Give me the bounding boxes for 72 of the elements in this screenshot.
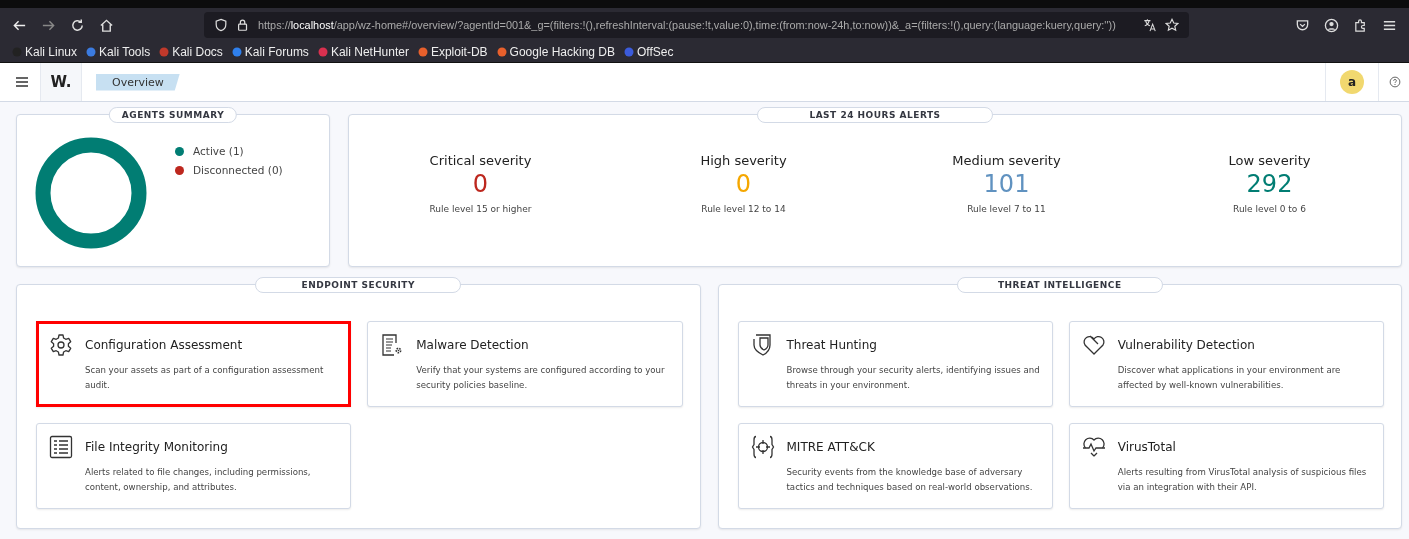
severity-label: Medium severity — [952, 153, 1061, 168]
card-description: Discover what applications in your environment are affected by well-known vulnerabilities. — [1117, 364, 1342, 392]
account-icon[interactable] — [1324, 17, 1339, 33]
legend-label: Disconnected (0) — [193, 164, 283, 176]
reload-icon[interactable] — [70, 17, 85, 33]
module-card[interactable]: Threat Hunting Browse through your security alerts, identifying issues and threats in your environment. — [737, 321, 1053, 407]
lock-icon[interactable] — [236, 18, 250, 32]
breadcrumb-tab[interactable]: Overview — [96, 73, 180, 91]
card-description: Browse through your security alerts, identifying issues and threats in your environment. — [786, 364, 1040, 392]
card-description: Alerts related to file changes, including permissions, content, ownership, and attributes. — [85, 466, 312, 494]
list-icon — [49, 435, 73, 459]
home-icon[interactable] — [99, 17, 114, 33]
module-card[interactable]: MITRE ATT&CK Security events from the knowledge base of adversary tactics and techniques based on real-world observations. — [737, 423, 1053, 509]
heart-pulse-icon — [1081, 435, 1106, 459]
bookmark-item[interactable]: Kali Docs — [159, 45, 223, 59]
bookmark-icon — [317, 47, 328, 57]
severity-label: High severity — [700, 153, 787, 168]
card-title: Vulnerability Detection — [1117, 338, 1255, 352]
panel-title: THREAT INTELLIGENCE — [956, 277, 1163, 293]
card-title: Malware Detection — [416, 338, 529, 352]
address-bar[interactable]: https://localhost/app/wz-home#/overview/?agentId=001&_g=(filters:!(),refreshInterval:(pause:!t,value:0),time:(from:now-24h,to:now))&_a=(filters:!(),query:(language:kuery,query:'')) — [204, 12, 1189, 38]
target-icon — [750, 435, 775, 459]
bookmark-item[interactable]: Google Hacking DB — [496, 45, 615, 59]
url-text: https://localhost/app/wz-home#/overview/?agentId=001&_g=(filters:!(),refreshInterval:(pause:!t,value:0),time:(from:now-24h,to:now))&_a=(filters:!(),query:(language:kuery,query:'')) — [258, 19, 1116, 31]
module-card[interactable]: Vulnerability Detection Discover what applications in your environment are affected by well-known vulnerabilities. — [1068, 321, 1384, 407]
extensions-icon[interactable] — [1353, 17, 1368, 33]
bookmark-item[interactable]: Kali Linux — [12, 45, 78, 59]
translate-icon[interactable] — [1143, 18, 1157, 32]
card-description: Security events from the knowledge base of adversary tactics and techniques based on real-world observations. — [786, 466, 1034, 494]
rule-level-text: Rule level 15 or higher — [429, 204, 532, 214]
card-description: Verify that your systems are configured according to your security policies baseline. — [416, 364, 666, 392]
alert-count[interactable]: 292 — [1246, 170, 1293, 198]
pocket-icon[interactable] — [1295, 17, 1310, 33]
bookmark-icon — [624, 47, 634, 57]
rule-level-text: Rule level 0 to 6 — [1233, 204, 1306, 214]
bookmark-item[interactable]: Kali Forums — [231, 45, 309, 59]
card-description: Alerts resulting from VirusTotal analysis of suspicious files via an integration with their API. — [1117, 466, 1368, 494]
card-title: Configuration Assessment — [85, 338, 243, 352]
gear-icon — [49, 333, 73, 357]
rule-level-text: Rule level 12 to 14 — [701, 204, 786, 214]
module-card[interactable]: File Integrity Monitoring Alerts related to file changes, including permissions, content, ownership, and attributes. — [36, 423, 352, 509]
card-title: VirusTotal — [1117, 440, 1176, 454]
user-avatar[interactable]: a — [1340, 70, 1364, 94]
bookmark-item[interactable]: Kali NetHunter — [317, 45, 409, 59]
module-card[interactable]: Configuration Assessment Scan your assets as part of a configuration assessment audit. — [36, 321, 352, 407]
card-description: Scan your assets as part of a configuration assessment audit. — [85, 364, 325, 392]
heart-icon — [1081, 333, 1106, 357]
severity-label: Low severity — [1228, 153, 1311, 168]
severity-label: Critical severity — [429, 153, 532, 168]
bookmark-item[interactable]: Exploit-DB — [417, 45, 488, 59]
bookmark-icon — [417, 47, 428, 57]
panel-title: LAST 24 HOURS ALERTS — [757, 107, 993, 123]
card-title: Threat Hunting — [786, 338, 877, 352]
bookmark-icon — [231, 47, 242, 57]
card-title: MITRE ATT&CK — [786, 440, 875, 454]
bookmark-icon — [496, 47, 507, 57]
legend-label: Active (1) — [193, 145, 244, 157]
help-icon[interactable] — [1389, 76, 1401, 88]
module-card[interactable]: Malware Detection Verify that your systems are configured according to your security policies baseline. — [367, 321, 683, 407]
star-icon[interactable] — [1165, 18, 1179, 32]
rule-level-text: Rule level 7 to 11 — [967, 204, 1046, 214]
shield-icon — [214, 18, 228, 32]
bookmark-item[interactable]: OffSec — [624, 45, 674, 59]
panel-title: ENDPOINT SECURITY — [255, 277, 462, 293]
module-card[interactable]: VirusTotal Alerts resulting from VirusTotal analysis of suspicious files via an integration with their API. — [1068, 423, 1384, 509]
bookmark-item[interactable]: Kali Tools — [86, 45, 151, 59]
alert-count[interactable]: 0 — [472, 170, 489, 198]
card-title: File Integrity Monitoring — [85, 440, 228, 454]
menu-icon[interactable] — [14, 74, 30, 90]
bookmark-icon — [86, 47, 97, 57]
panel-title: AGENTS SUMMARY — [108, 107, 238, 123]
bookmark-icon — [159, 47, 170, 57]
